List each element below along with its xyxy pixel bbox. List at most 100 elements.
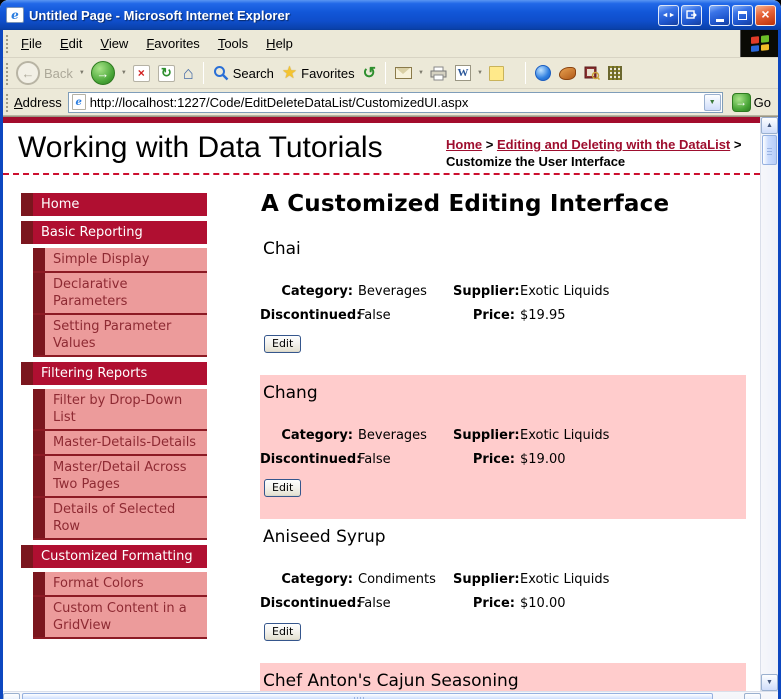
product-name: Chang <box>263 383 318 403</box>
go-button[interactable]: → Go <box>729 92 774 113</box>
supplier-label: Supplier: <box>453 571 520 587</box>
sidebar-item-custom-content[interactable]: Custom Content in a GridView <box>33 597 207 639</box>
messenger-button[interactable] <box>531 64 555 82</box>
maximize-button[interactable] <box>732 4 753 26</box>
sidebar-tab <box>21 362 33 385</box>
supplier-label: Supplier: <box>453 283 520 299</box>
menu-view[interactable]: View <box>91 32 137 55</box>
forward-dropdown-icon[interactable]: ▼ <box>121 70 127 76</box>
mail-button[interactable] <box>391 66 416 80</box>
menu-favorites[interactable]: Favorites <box>137 32 208 55</box>
sidebar-item-declarative-parameters[interactable]: Declarative Parameters <box>33 273 207 315</box>
breadcrumb-separator: > <box>485 137 494 152</box>
address-dropdown-button[interactable]: ▼ <box>703 93 721 111</box>
vertical-scroll-thumb[interactable] <box>762 135 777 165</box>
sidebar-item-simple-display[interactable]: Simple Display <box>33 248 207 273</box>
product-item-chang: Chang Category: Beverages Supplier: Exot… <box>260 375 746 519</box>
split-view-button[interactable]: ◄► <box>658 4 679 26</box>
sidebar-item-setting-parameter-values[interactable]: Setting Parameter Values <box>33 315 207 357</box>
close-button[interactable]: × <box>755 4 776 26</box>
toolbar-grip[interactable] <box>4 33 9 54</box>
supplier-value: Exotic Liquids <box>520 283 610 299</box>
toolbar-separator <box>524 62 526 84</box>
vertical-scrollbar[interactable]: ▲ ▼ <box>760 117 778 691</box>
forward-button[interactable]: → <box>87 60 119 86</box>
scroll-down-button[interactable]: ▼ <box>761 674 778 691</box>
back-dropdown-icon[interactable]: ▼ <box>79 70 85 76</box>
split-arrows-icon: ◄► <box>661 11 676 19</box>
favorites-button[interactable]: ★ Favorites <box>278 62 359 84</box>
mail-dropdown-icon[interactable]: ▼ <box>418 70 424 76</box>
sidebar-item-master-details-details[interactable]: Master-Details-Details <box>33 431 207 456</box>
price-value: $19.95 <box>520 307 566 323</box>
scroll-right-button[interactable]: ► <box>744 693 761 699</box>
sidebar-item-master-detail-across-two-pages[interactable]: Master/Detail Across Two Pages <box>33 456 207 498</box>
scroll-up-button[interactable]: ▲ <box>761 117 778 134</box>
ie-logo-icon: e <box>6 7 24 23</box>
edit-button[interactable]: Edit <box>264 623 302 641</box>
popout-button[interactable] <box>681 4 702 26</box>
edit-button[interactable]: Edit <box>264 335 302 353</box>
horizontal-scrollbar[interactable]: ◄ ► <box>3 691 778 699</box>
menu-file[interactable]: File <box>12 32 51 55</box>
category-label: Category: <box>281 283 353 299</box>
print-button[interactable] <box>426 65 451 82</box>
menu-tools[interactable]: Tools <box>209 32 257 55</box>
sidebar-tab <box>33 273 45 313</box>
research-button[interactable] <box>580 65 604 81</box>
scrollbar-corner <box>761 692 778 699</box>
edit-with-word-button[interactable]: W <box>451 64 475 82</box>
horizontal-scroll-thumb[interactable] <box>22 693 714 699</box>
minimize-button[interactable] <box>709 4 730 26</box>
matrix-tool-button[interactable] <box>604 65 626 81</box>
menu-edit[interactable]: Edit <box>51 32 91 55</box>
sidebar-tab <box>33 572 45 595</box>
breadcrumb-link-home[interactable]: Home <box>446 137 482 152</box>
sidebar-tab <box>33 498 45 538</box>
sidebar-item-customized-formatting[interactable]: Customized Formatting <box>21 545 207 568</box>
scroll-left-button[interactable]: ◄ <box>3 693 20 699</box>
breadcrumb-link-section[interactable]: Editing and Deleting with the DataList <box>497 137 730 152</box>
refresh-button[interactable]: ↻ <box>154 64 179 83</box>
home-button[interactable]: ⌂ <box>179 62 198 85</box>
matrix-icon <box>607 66 622 80</box>
title-bar[interactable]: e Untitled Page - Microsoft Internet Exp… <box>0 0 781 30</box>
sidebar-item-filter-by-dropdown-list[interactable]: Filter by Drop-Down List <box>33 389 207 431</box>
sidebar-item-home[interactable]: Home <box>21 193 207 216</box>
site-title: Working with Data Tutorials <box>18 131 383 164</box>
product-name: Aniseed Syrup <box>263 527 386 547</box>
supplier-value: Exotic Liquids <box>520 571 610 587</box>
edit-button[interactable]: Edit <box>264 479 302 497</box>
discuss-button[interactable] <box>485 65 508 82</box>
snagit-button[interactable] <box>555 66 580 81</box>
product-datalist: Chai Category: Beverages Supplier: Exoti… <box>260 231 746 691</box>
note-icon <box>488 65 504 81</box>
vertical-scroll-track[interactable] <box>761 166 778 674</box>
discontinued-label: Discontinued: <box>260 451 362 467</box>
sidebar-item-details-of-selected-row[interactable]: Details of Selected Row <box>33 498 207 540</box>
stop-button[interactable]: × <box>129 64 154 83</box>
search-button[interactable]: Search <box>209 64 278 82</box>
mail-icon <box>395 67 413 79</box>
windows-flag-icon <box>750 35 769 52</box>
word-dropdown-icon[interactable]: ▼ <box>477 70 483 76</box>
sidebar-item-filtering-reports[interactable]: Filtering Reports <box>21 362 207 385</box>
back-button[interactable]: ← Back <box>12 60 77 86</box>
address-input[interactable]: e http://localhost:1227/Code/EditDeleteD… <box>67 91 723 113</box>
breadcrumb-separator: > <box>733 137 742 152</box>
maximize-icon <box>738 10 747 20</box>
sidebar-item-format-colors[interactable]: Format Colors <box>33 572 207 597</box>
snagit-icon <box>558 66 576 80</box>
menu-help[interactable]: Help <box>257 32 302 55</box>
price-label: Price: <box>472 307 515 323</box>
minimize-icon <box>715 18 724 22</box>
address-url[interactable]: http://localhost:1227/Code/EditDeleteDat… <box>90 95 704 110</box>
horizontal-scroll-track[interactable] <box>20 692 744 699</box>
toolbar-separator <box>385 62 387 84</box>
toolbar-grip[interactable] <box>4 92 9 112</box>
discontinued-value: False <box>358 451 391 467</box>
page-viewport: Working with Data Tutorials Home > Editi… <box>3 117 760 691</box>
sidebar-item-basic-reporting[interactable]: Basic Reporting <box>21 221 207 244</box>
history-button[interactable]: ↺ <box>359 62 380 84</box>
toolbar-grip[interactable] <box>4 61 9 85</box>
